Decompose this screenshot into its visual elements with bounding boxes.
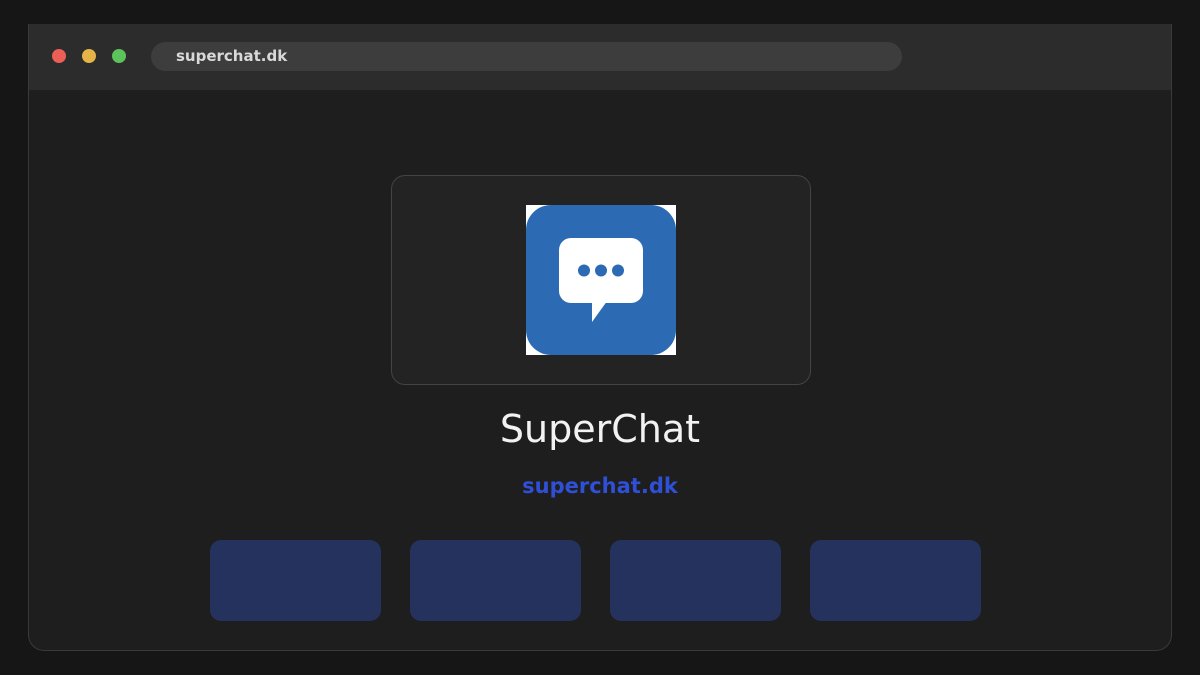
- maximize-window-button[interactable]: [112, 49, 126, 63]
- tile-button[interactable]: [410, 540, 581, 621]
- minimize-window-button[interactable]: [82, 49, 96, 63]
- tile-button[interactable]: [210, 540, 381, 621]
- browser-window: superchat.dk SuperChat superchat.dk: [28, 24, 1172, 651]
- tile-button[interactable]: [810, 540, 981, 621]
- close-window-button[interactable]: [52, 49, 66, 63]
- address-bar[interactable]: superchat.dk: [151, 42, 902, 71]
- app-website-link[interactable]: superchat.dk: [29, 471, 1171, 501]
- chat-bubble-icon: [526, 205, 676, 355]
- app-icon-card: [391, 175, 811, 385]
- tile-button[interactable]: [610, 540, 781, 621]
- title-bar: superchat.dk: [29, 24, 1171, 90]
- app-title: SuperChat: [499, 407, 701, 451]
